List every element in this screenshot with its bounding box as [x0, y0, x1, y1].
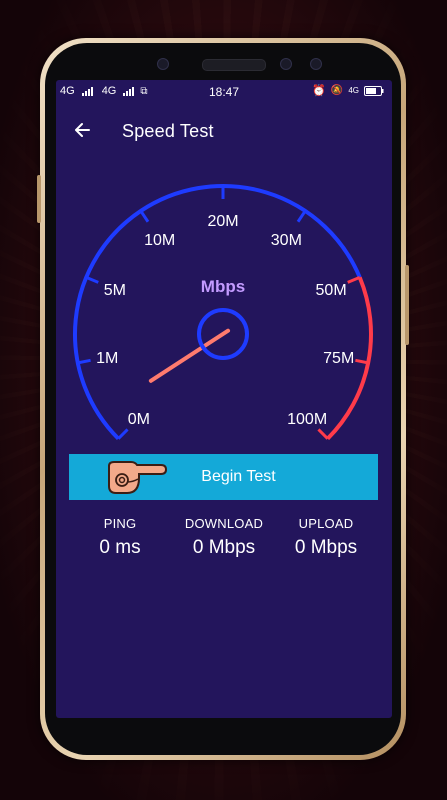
begin-test-label: Begin Test	[201, 468, 276, 485]
begin-test-button[interactable]: Begin Test	[69, 454, 378, 500]
gauge-tick-label: 1M	[96, 350, 118, 367]
download-value: 0 Mbps	[192, 537, 256, 558]
upload-value: 0 Mbps	[294, 537, 358, 558]
ping-stat: PING 0 ms	[84, 516, 156, 559]
gauge-tick-label: 0M	[128, 411, 150, 428]
phone-side-button	[37, 175, 41, 223]
upload-stat: UPLOAD 0 Mbps	[282, 516, 370, 559]
gauge-tick	[317, 428, 329, 440]
upload-label: UPLOAD	[298, 516, 354, 531]
speed-gauge: 0M 1M 5M 10M 20M 30M 50M 75M 100M Mbps	[73, 184, 373, 440]
gauge-tick	[139, 210, 150, 223]
gauge-tick	[296, 210, 307, 223]
gauge-tick	[347, 275, 361, 284]
camera-icon	[280, 58, 292, 70]
gauge-tick	[77, 358, 91, 365]
download-label: DOWNLOAD	[184, 516, 264, 531]
gauge-tick-label: 50M	[316, 282, 347, 299]
camera-icon	[157, 58, 169, 70]
phone-speaker	[202, 59, 266, 71]
phone-side-button	[405, 265, 409, 345]
ping-label: PING	[103, 516, 137, 531]
gauge-tick-label: 5M	[104, 282, 126, 299]
gauge-tick	[117, 428, 129, 440]
gauge-tick-label: 20M	[207, 213, 238, 230]
app-screen: 4G 4G ⧉ 18:47 ⏰ 🔕 4G Speed Test 0M 1M 5M 10…	[56, 80, 392, 718]
download-stat: DOWNLOAD 0 Mbps	[174, 516, 274, 559]
gauge-tick-label: 100M	[287, 411, 327, 428]
gauge-unit-label: Mbps	[201, 277, 245, 296]
camera-icon	[310, 58, 322, 70]
gauge-tick	[85, 275, 99, 284]
gauge-tick-label: 30M	[271, 232, 302, 249]
ping-value: 0 ms	[99, 537, 141, 558]
gauge-tick	[355, 358, 369, 365]
gauge-tick-label: 75M	[323, 350, 354, 367]
gauge-tick-label: 10M	[144, 232, 175, 249]
